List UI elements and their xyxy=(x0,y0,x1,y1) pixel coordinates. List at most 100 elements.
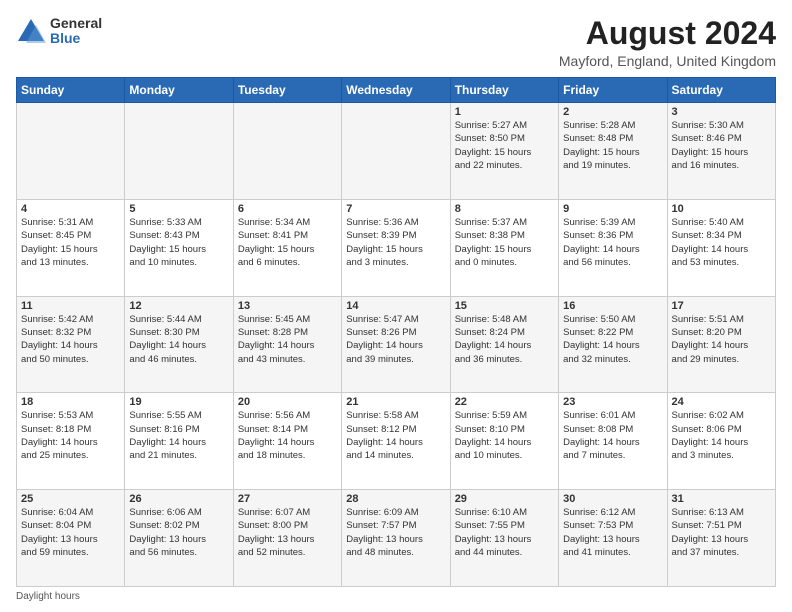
day-number: 3 xyxy=(672,106,771,118)
calendar-cell: 12Sunrise: 5:44 AM Sunset: 8:30 PM Dayli… xyxy=(125,296,233,393)
calendar-cell: 13Sunrise: 5:45 AM Sunset: 8:28 PM Dayli… xyxy=(233,296,341,393)
logo-text: General Blue xyxy=(50,16,102,47)
day-info: Sunrise: 6:12 AM Sunset: 7:53 PM Dayligh… xyxy=(563,506,662,559)
col-thursday: Thursday xyxy=(450,78,558,103)
calendar-week-2: 4Sunrise: 5:31 AM Sunset: 8:45 PM Daylig… xyxy=(17,199,776,296)
calendar-cell: 15Sunrise: 5:48 AM Sunset: 8:24 PM Dayli… xyxy=(450,296,558,393)
calendar-cell: 8Sunrise: 5:37 AM Sunset: 8:38 PM Daylig… xyxy=(450,199,558,296)
day-number: 17 xyxy=(672,300,771,312)
day-number: 5 xyxy=(129,203,228,215)
day-info: Sunrise: 5:58 AM Sunset: 8:12 PM Dayligh… xyxy=(346,409,445,462)
calendar-cell: 3Sunrise: 5:30 AM Sunset: 8:46 PM Daylig… xyxy=(667,103,775,200)
calendar-cell: 17Sunrise: 5:51 AM Sunset: 8:20 PM Dayli… xyxy=(667,296,775,393)
calendar-cell: 14Sunrise: 5:47 AM Sunset: 8:26 PM Dayli… xyxy=(342,296,450,393)
calendar-cell: 29Sunrise: 6:10 AM Sunset: 7:55 PM Dayli… xyxy=(450,490,558,587)
day-number: 13 xyxy=(238,300,337,312)
day-info: Sunrise: 6:07 AM Sunset: 8:00 PM Dayligh… xyxy=(238,506,337,559)
day-info: Sunrise: 6:09 AM Sunset: 7:57 PM Dayligh… xyxy=(346,506,445,559)
logo-icon xyxy=(16,17,46,45)
day-info: Sunrise: 5:56 AM Sunset: 8:14 PM Dayligh… xyxy=(238,409,337,462)
day-info: Sunrise: 5:59 AM Sunset: 8:10 PM Dayligh… xyxy=(455,409,554,462)
calendar-cell: 31Sunrise: 6:13 AM Sunset: 7:51 PM Dayli… xyxy=(667,490,775,587)
day-info: Sunrise: 5:27 AM Sunset: 8:50 PM Dayligh… xyxy=(455,119,554,172)
calendar-cell: 20Sunrise: 5:56 AM Sunset: 8:14 PM Dayli… xyxy=(233,393,341,490)
day-number: 7 xyxy=(346,203,445,215)
calendar-table: Sunday Monday Tuesday Wednesday Thursday… xyxy=(16,77,776,587)
day-number: 30 xyxy=(563,493,662,505)
day-info: Sunrise: 6:10 AM Sunset: 7:55 PM Dayligh… xyxy=(455,506,554,559)
day-info: Sunrise: 6:04 AM Sunset: 8:04 PM Dayligh… xyxy=(21,506,120,559)
calendar-cell xyxy=(125,103,233,200)
day-number: 1 xyxy=(455,106,554,118)
calendar-cell: 16Sunrise: 5:50 AM Sunset: 8:22 PM Dayli… xyxy=(559,296,667,393)
day-info: Sunrise: 5:45 AM Sunset: 8:28 PM Dayligh… xyxy=(238,313,337,366)
day-info: Sunrise: 6:06 AM Sunset: 8:02 PM Dayligh… xyxy=(129,506,228,559)
day-info: Sunrise: 5:33 AM Sunset: 8:43 PM Dayligh… xyxy=(129,216,228,269)
day-info: Sunrise: 5:55 AM Sunset: 8:16 PM Dayligh… xyxy=(129,409,228,462)
calendar-cell: 28Sunrise: 6:09 AM Sunset: 7:57 PM Dayli… xyxy=(342,490,450,587)
calendar-week-5: 25Sunrise: 6:04 AM Sunset: 8:04 PM Dayli… xyxy=(17,490,776,587)
day-number: 15 xyxy=(455,300,554,312)
day-number: 26 xyxy=(129,493,228,505)
day-info: Sunrise: 5:40 AM Sunset: 8:34 PM Dayligh… xyxy=(672,216,771,269)
calendar-cell: 2Sunrise: 5:28 AM Sunset: 8:48 PM Daylig… xyxy=(559,103,667,200)
calendar-cell: 1Sunrise: 5:27 AM Sunset: 8:50 PM Daylig… xyxy=(450,103,558,200)
page: General Blue August 2024 Mayford, Englan… xyxy=(0,0,792,612)
day-info: Sunrise: 5:31 AM Sunset: 8:45 PM Dayligh… xyxy=(21,216,120,269)
calendar-cell: 4Sunrise: 5:31 AM Sunset: 8:45 PM Daylig… xyxy=(17,199,125,296)
day-number: 12 xyxy=(129,300,228,312)
day-info: Sunrise: 5:36 AM Sunset: 8:39 PM Dayligh… xyxy=(346,216,445,269)
col-wednesday: Wednesday xyxy=(342,78,450,103)
calendar-cell: 22Sunrise: 5:59 AM Sunset: 8:10 PM Dayli… xyxy=(450,393,558,490)
day-number: 29 xyxy=(455,493,554,505)
logo: General Blue xyxy=(16,16,102,47)
day-number: 10 xyxy=(672,203,771,215)
calendar-week-3: 11Sunrise: 5:42 AM Sunset: 8:32 PM Dayli… xyxy=(17,296,776,393)
day-number: 23 xyxy=(563,396,662,408)
header: General Blue August 2024 Mayford, Englan… xyxy=(16,16,776,69)
day-info: Sunrise: 5:48 AM Sunset: 8:24 PM Dayligh… xyxy=(455,313,554,366)
day-info: Sunrise: 6:02 AM Sunset: 8:06 PM Dayligh… xyxy=(672,409,771,462)
calendar-cell: 27Sunrise: 6:07 AM Sunset: 8:00 PM Dayli… xyxy=(233,490,341,587)
calendar-cell: 5Sunrise: 5:33 AM Sunset: 8:43 PM Daylig… xyxy=(125,199,233,296)
col-friday: Friday xyxy=(559,78,667,103)
day-info: Sunrise: 5:47 AM Sunset: 8:26 PM Dayligh… xyxy=(346,313,445,366)
calendar-cell: 7Sunrise: 5:36 AM Sunset: 8:39 PM Daylig… xyxy=(342,199,450,296)
calendar-cell: 9Sunrise: 5:39 AM Sunset: 8:36 PM Daylig… xyxy=(559,199,667,296)
col-sunday: Sunday xyxy=(17,78,125,103)
calendar-cell: 30Sunrise: 6:12 AM Sunset: 7:53 PM Dayli… xyxy=(559,490,667,587)
day-info: Sunrise: 5:34 AM Sunset: 8:41 PM Dayligh… xyxy=(238,216,337,269)
day-number: 6 xyxy=(238,203,337,215)
title-block: August 2024 Mayford, England, United Kin… xyxy=(559,16,776,69)
day-number: 18 xyxy=(21,396,120,408)
calendar-cell: 11Sunrise: 5:42 AM Sunset: 8:32 PM Dayli… xyxy=(17,296,125,393)
col-monday: Monday xyxy=(125,78,233,103)
day-info: Sunrise: 5:53 AM Sunset: 8:18 PM Dayligh… xyxy=(21,409,120,462)
col-tuesday: Tuesday xyxy=(233,78,341,103)
calendar-cell: 6Sunrise: 5:34 AM Sunset: 8:41 PM Daylig… xyxy=(233,199,341,296)
calendar-header: Sunday Monday Tuesday Wednesday Thursday… xyxy=(17,78,776,103)
footer-note: Daylight hours xyxy=(16,591,776,602)
calendar-cell: 10Sunrise: 5:40 AM Sunset: 8:34 PM Dayli… xyxy=(667,199,775,296)
day-number: 31 xyxy=(672,493,771,505)
calendar-cell xyxy=(233,103,341,200)
day-number: 24 xyxy=(672,396,771,408)
calendar-cell: 21Sunrise: 5:58 AM Sunset: 8:12 PM Dayli… xyxy=(342,393,450,490)
calendar-cell: 19Sunrise: 5:55 AM Sunset: 8:16 PM Dayli… xyxy=(125,393,233,490)
calendar-cell: 18Sunrise: 5:53 AM Sunset: 8:18 PM Dayli… xyxy=(17,393,125,490)
day-number: 9 xyxy=(563,203,662,215)
day-info: Sunrise: 5:28 AM Sunset: 8:48 PM Dayligh… xyxy=(563,119,662,172)
day-number: 22 xyxy=(455,396,554,408)
day-number: 20 xyxy=(238,396,337,408)
calendar-week-1: 1Sunrise: 5:27 AM Sunset: 8:50 PM Daylig… xyxy=(17,103,776,200)
day-info: Sunrise: 5:50 AM Sunset: 8:22 PM Dayligh… xyxy=(563,313,662,366)
day-info: Sunrise: 6:01 AM Sunset: 8:08 PM Dayligh… xyxy=(563,409,662,462)
logo-general: General xyxy=(50,16,102,31)
day-number: 11 xyxy=(21,300,120,312)
logo-blue: Blue xyxy=(50,31,102,46)
day-info: Sunrise: 5:42 AM Sunset: 8:32 PM Dayligh… xyxy=(21,313,120,366)
day-number: 4 xyxy=(21,203,120,215)
main-title: August 2024 xyxy=(559,16,776,51)
calendar-cell: 23Sunrise: 6:01 AM Sunset: 8:08 PM Dayli… xyxy=(559,393,667,490)
day-number: 21 xyxy=(346,396,445,408)
